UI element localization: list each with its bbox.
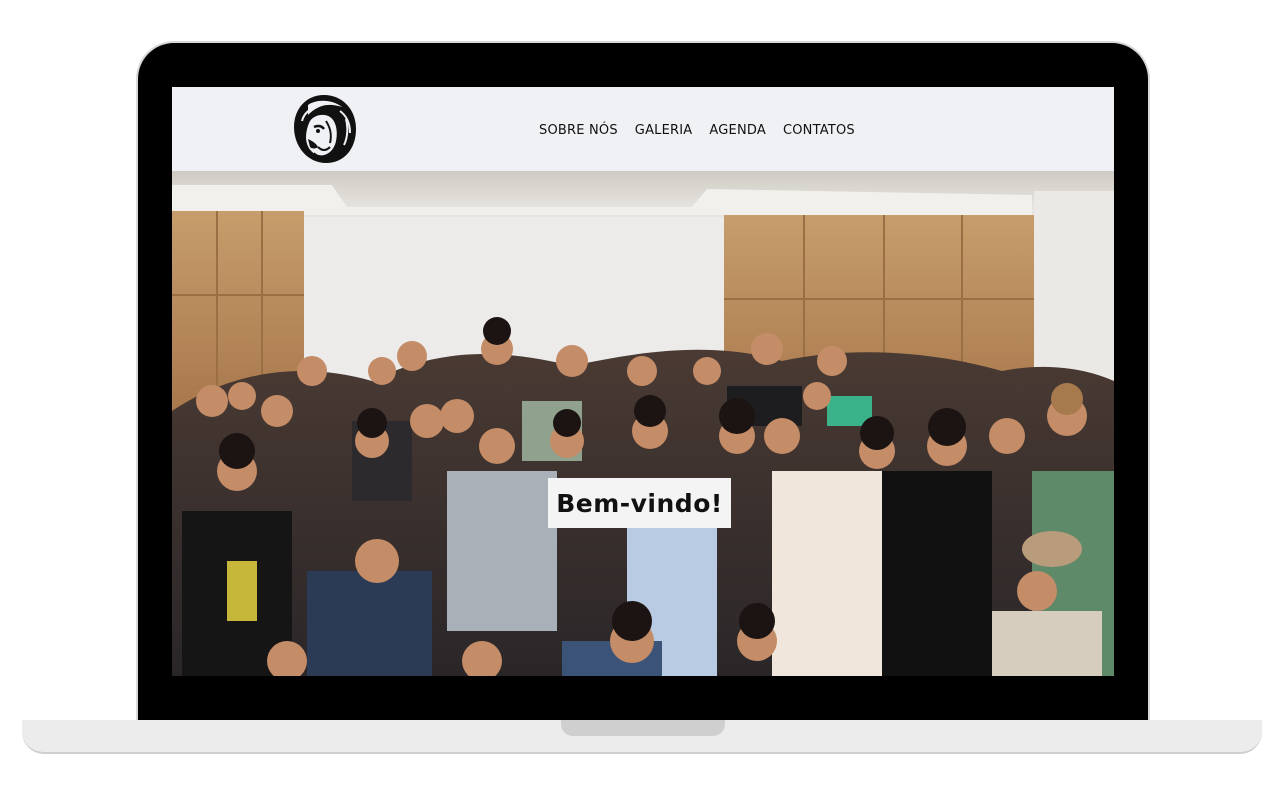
- nav-contatos[interactable]: CONTATOS: [783, 123, 855, 138]
- welcome-text: Bem-vindo!: [556, 488, 723, 518]
- welcome-banner: Bem-vindo!: [548, 478, 731, 528]
- laptop-notch: [561, 720, 725, 736]
- hero-banner: Bem-vindo!: [172, 171, 1114, 676]
- main-nav: SOBRE NÓS GALERIA AGENDA CONTATOS: [539, 123, 855, 138]
- lion-logo-icon[interactable]: [288, 91, 360, 167]
- nav-agenda[interactable]: AGENDA: [709, 123, 766, 138]
- website-screen: SOBRE NÓS GALERIA AGENDA CONTATOS Bem-vi…: [172, 87, 1114, 676]
- nav-galeria[interactable]: GALERIA: [635, 123, 693, 138]
- site-header: SOBRE NÓS GALERIA AGENDA CONTATOS: [172, 87, 1114, 171]
- hero-group-photo: [172, 171, 1114, 676]
- nav-sobre-nos[interactable]: SOBRE NÓS: [539, 123, 618, 138]
